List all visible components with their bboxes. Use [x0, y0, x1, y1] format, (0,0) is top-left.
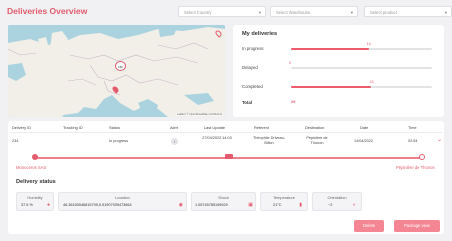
completed-bar — [291, 86, 432, 89]
orientation-box: Orientation ~2 ◐ — [312, 192, 362, 211]
humidity-box: Humidity 37.5 % ● — [16, 192, 54, 211]
country-select[interactable]: Select Country ▾ — [178, 6, 266, 17]
column-header-last-update: Last Update — [204, 125, 225, 130]
cell-last-update: 27/04/2022 14:03 — [202, 136, 232, 140]
delivery-map[interactable]: 15h Leaflet | © OpenStreetMap contributo… — [8, 25, 225, 117]
completed-label: Completed — [242, 84, 263, 89]
delayed-bar — [291, 67, 432, 70]
info-icon[interactable]: i — [171, 138, 178, 145]
orientation-value: ~2 — [328, 203, 333, 207]
column-header-alert: Alert — [170, 125, 178, 130]
map-cluster-marker[interactable]: 15h — [115, 61, 126, 71]
orientation-icon: ◐ — [352, 202, 356, 208]
shock-icon: ▣ — [248, 202, 253, 208]
route-origin-dot — [32, 154, 38, 160]
in-progress-bar — [291, 48, 432, 51]
in-progress-bar-fill — [291, 48, 369, 51]
column-header-status: Status — [109, 125, 121, 130]
location-value: 46.36150546815799,5.51907939473664 — [63, 203, 132, 207]
temperature-box: Temperature 21°C ▮ — [260, 192, 308, 211]
warehouse-select-label: Select Warehouse — [276, 10, 311, 15]
column-header-destination: Destination — [305, 125, 325, 130]
completed-value: 15 — [369, 80, 374, 84]
temperature-value: 21°C — [273, 203, 282, 207]
route-destination-dot — [419, 154, 425, 160]
thermometer-icon: ▮ — [299, 202, 302, 208]
truck-icon — [225, 154, 233, 159]
cell-delivery-id: 234 — [12, 139, 19, 143]
chevron-down-icon: ▾ — [444, 10, 447, 15]
column-header-tracking-id: Tracking ID — [63, 125, 83, 130]
route-origin-label: Monoceros SAS — [16, 165, 47, 170]
column-header-delivery-id: Delivery ID — [12, 125, 32, 130]
warehouse-select[interactable]: Select Warehouse ▾ — [270, 6, 358, 17]
product-select-label: Select product — [370, 10, 397, 15]
cell-time: 02:54 — [408, 139, 418, 143]
package-view-button[interactable]: Package view — [394, 220, 440, 232]
total-value: 29 — [291, 100, 296, 104]
delivery-detail-card: Delivery ID Tracking ID Status Alert Las… — [8, 121, 444, 234]
in-progress-value: 14 — [366, 42, 371, 46]
column-header-time: Time — [408, 125, 417, 130]
location-label: Location — [115, 195, 130, 200]
cell-referent: Théophile Driveau-Billon — [252, 136, 286, 145]
delayed-value: 0 — [289, 61, 292, 65]
cell-status: In progress — [109, 139, 128, 143]
location-box: Location 46.36150546815799,5.51907939473… — [58, 192, 187, 211]
pin-icon: ◉ — [178, 202, 183, 208]
panel-title: My deliveries — [242, 31, 278, 37]
deliveries-overview-app: Deliveries Overview Select Country ▾ Sel… — [0, 0, 452, 241]
shock-label: Shock — [218, 195, 229, 200]
delayed-label: Delayed — [242, 65, 258, 70]
header-divider — [10, 132, 442, 133]
orientation-label: Orientation — [327, 195, 347, 200]
chevron-down-icon: ▾ — [258, 10, 261, 15]
map-canvas — [8, 25, 225, 117]
country-select-label: Select Country — [184, 10, 212, 15]
my-deliveries-panel: My deliveries In progress 14 Delayed 0 C… — [233, 25, 444, 117]
humidity-label: Humidity — [27, 195, 43, 200]
delete-button[interactable]: Delete — [354, 220, 384, 232]
total-label: Total — [242, 100, 252, 105]
map-credit[interactable]: Leaflet | © OpenStreetMap contributors — [175, 113, 223, 116]
route-destination-label: Pépinière de Thonon — [396, 165, 435, 170]
column-header-referent: Referent — [254, 125, 269, 130]
shock-value: 1.05745785195929 — [195, 203, 228, 207]
product-select[interactable]: Select product ▾ — [364, 6, 452, 17]
humidity-value: 37.5 % — [21, 203, 33, 207]
page-title: Deliveries Overview — [7, 6, 88, 16]
temperature-label: Temperature — [273, 195, 295, 200]
delivery-status-title: Delivery status — [16, 179, 56, 185]
chevron-down-icon: ▾ — [350, 10, 353, 15]
cell-date: 14/04/2022 — [354, 139, 374, 143]
completed-bar-fill — [291, 86, 372, 89]
column-header-date: Date — [360, 125, 369, 130]
drop-icon: ● — [46, 202, 50, 208]
in-progress-label: In progress — [242, 46, 264, 51]
shock-box: Shock 1.05745785195929 ▣ — [191, 192, 256, 211]
chevron-down-icon[interactable]: ⌄ — [437, 136, 442, 143]
cell-destination: Pépinière de Thonon — [306, 136, 328, 145]
